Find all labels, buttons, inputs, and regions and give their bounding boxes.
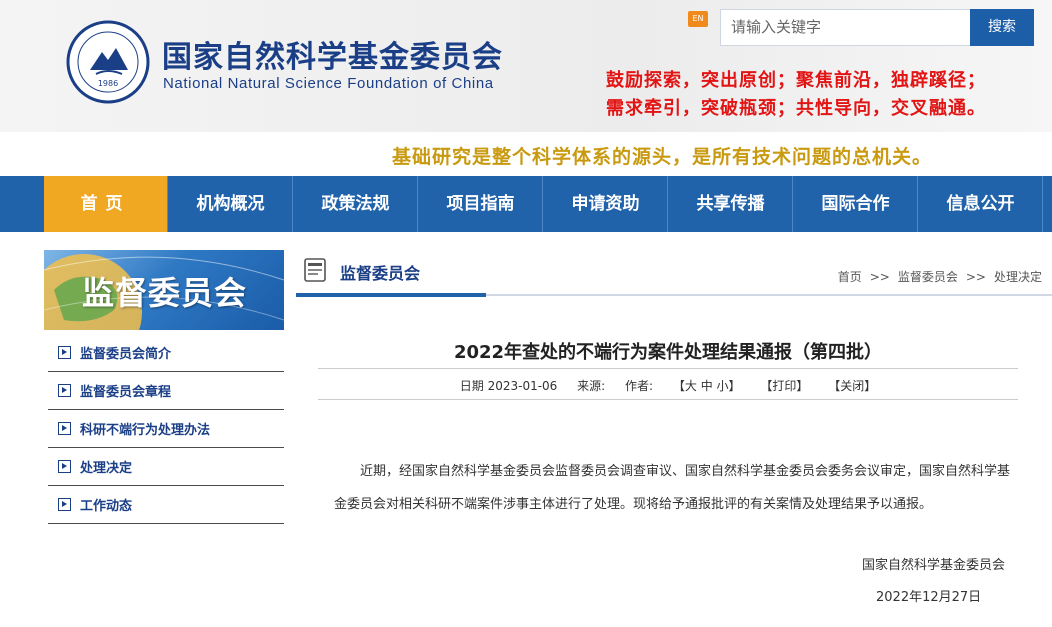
breadcrumb-home[interactable]: 首页	[838, 270, 862, 284]
meta-divider	[318, 399, 1018, 400]
arrow-right-icon	[58, 422, 71, 435]
sidebar-item-label: 科研不端行为处理办法	[80, 423, 211, 438]
meta-divider	[318, 368, 1018, 369]
article-sign-date: 2022年12月27日	[876, 590, 982, 605]
article-title: 2022年查处的不端行为案件处理结果通报（第四批）	[453, 342, 883, 363]
arrow-right-icon	[58, 460, 71, 473]
english-site-link[interactable]: EN	[688, 11, 708, 27]
breadcrumb-separator: >>	[869, 270, 890, 284]
print-link[interactable]: 【打印】	[760, 379, 808, 393]
article-signature: 国家自然科学基金委员会	[862, 558, 1006, 573]
sidebar-item-label: 监督委员会章程	[80, 385, 172, 400]
sidebar-item-decisions[interactable]: 处理决定	[48, 448, 284, 486]
sidebar-item-label: 工作动态	[80, 499, 133, 514]
slogan-line-1: 鼓励探索，突出原创；聚焦前沿，独辟蹊径；	[606, 70, 986, 91]
close-link[interactable]: 【关闭】	[828, 379, 876, 393]
nav-item-disclosure[interactable]: 信息公开	[919, 176, 1043, 232]
arrow-right-icon	[58, 346, 71, 359]
sidebar-item-misconduct-rules[interactable]: 科研不端行为处理办法	[48, 410, 284, 448]
breadcrumb: 首页 >> 监督委员会 >> 处理决定	[838, 268, 1042, 285]
nav-item-international[interactable]: 国际合作	[794, 176, 918, 232]
sidebar-item-label: 监督委员会简介	[80, 347, 172, 362]
sidebar-banner-title: 监督委员会	[82, 274, 248, 312]
nav-item-home[interactable]: 首页	[44, 176, 168, 232]
section-title: 监督委员会	[340, 264, 421, 283]
document-icon	[304, 258, 326, 282]
site-title-en[interactable]: National Natural Science Foundation of C…	[163, 75, 494, 92]
site-title-cn[interactable]: 国家自然科学基金委员会	[162, 32, 503, 76]
font-size-switch[interactable]: 【大 中 小】	[673, 379, 741, 393]
article-author: 作者:	[625, 379, 654, 393]
tagline: 基础研究是整个科学体系的源头，是所有技术问题的总机关。	[392, 146, 933, 168]
breadcrumb-committee[interactable]: 监督委员会	[898, 270, 958, 284]
arrow-right-icon	[58, 498, 71, 511]
nsfc-logo-icon[interactable]: 1986	[66, 20, 150, 104]
logo-year: 1986	[98, 79, 118, 88]
nav-item-policy[interactable]: 政策法规	[294, 176, 418, 232]
sidebar-banner: 监督委员会	[44, 250, 284, 330]
sidebar-item-charter[interactable]: 监督委员会章程	[48, 372, 284, 410]
section-divider-accent	[296, 293, 486, 297]
sidebar-menu: 监督委员会简介 监督委员会章程 科研不端行为处理办法 处理决定 工作动态	[48, 334, 284, 524]
search-button[interactable]: 搜索	[970, 9, 1034, 46]
nav-item-share[interactable]: 共享传播	[669, 176, 793, 232]
article-source: 来源:	[577, 379, 606, 393]
sidebar-item-label: 处理决定	[80, 461, 133, 476]
breadcrumb-separator: >>	[965, 270, 986, 284]
section-header: 监督委员会 首页 >> 监督委员会 >> 处理决定	[296, 254, 1052, 298]
nav-item-apply[interactable]: 申请资助	[544, 176, 668, 232]
main-nav: 首页 机构概况 政策法规 项目指南 申请资助 共享传播 国际合作 信息公开	[0, 176, 1052, 232]
arrow-right-icon	[58, 384, 71, 397]
nav-item-guide[interactable]: 项目指南	[419, 176, 543, 232]
breadcrumb-current[interactable]: 处理决定	[994, 270, 1042, 284]
slogan-line-2: 需求牵引，突破瓶颈；共性导向，交叉融通。	[606, 98, 986, 119]
sidebar-item-intro[interactable]: 监督委员会简介	[48, 334, 284, 372]
article-paragraph: 近期，经国家自然科学基金委员会监督委员会调查审议、国家自然科学基金委员会委务会议…	[334, 464, 1011, 512]
nav-item-about[interactable]: 机构概况	[169, 176, 293, 232]
sidebar-item-news[interactable]: 工作动态	[48, 486, 284, 524]
article-meta: 日期 2023-01-06 来源: 作者: 【大 中 小】 【打印】 【关闭】	[318, 377, 1018, 394]
site-header: 1986 国家自然科学基金委员会 National Natural Scienc…	[0, 0, 1052, 132]
article-date: 日期 2023-01-06	[459, 379, 558, 393]
search-input[interactable]: 请输入关键字	[720, 9, 972, 46]
